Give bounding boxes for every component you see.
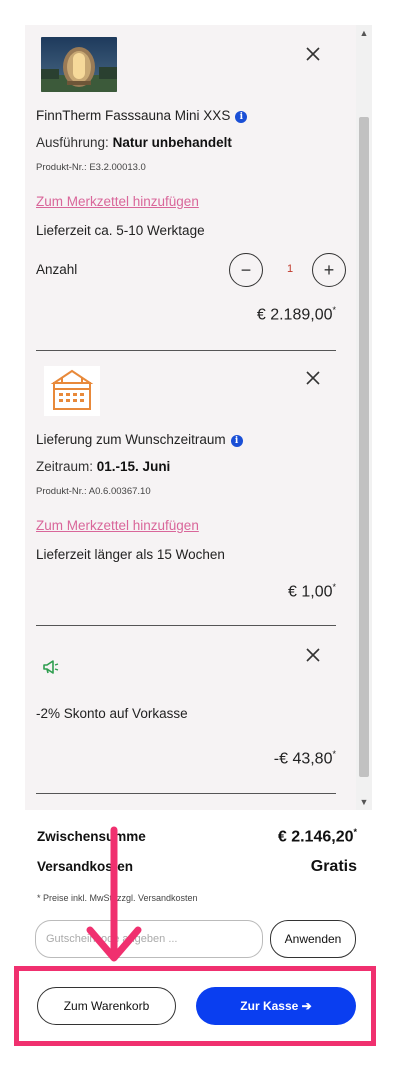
- info-icon[interactable]: i: [230, 435, 243, 447]
- item-price-discount: -€ 43,80*: [274, 749, 336, 768]
- quantity-label: Anzahl: [36, 262, 78, 277]
- quantity-value[interactable]: 1: [280, 263, 300, 275]
- scroll-up-arrow-icon[interactable]: ▲: [356, 25, 372, 41]
- close-icon: [306, 47, 320, 61]
- item-sku-sauna: Produkt-Nr.: E3.2.00013.0: [36, 162, 146, 173]
- remove-item-discount-button[interactable]: [301, 643, 325, 667]
- item-price-sauna: € 2.189,00*: [257, 305, 336, 324]
- apply-voucher-button[interactable]: Anwenden: [270, 920, 356, 958]
- vat-note: * Preise inkl. MwSt. zzgl. Versandkosten: [37, 893, 198, 903]
- scrollbar[interactable]: ▲ ▼: [356, 25, 372, 810]
- subtotal-value: € 2.146,20*: [278, 827, 357, 846]
- scroll-down-arrow-icon[interactable]: ▼: [356, 794, 372, 810]
- item-divider: [36, 350, 336, 351]
- shipping-value: Gratis: [310, 858, 357, 875]
- calendar-icon[interactable]: [40, 363, 104, 419]
- delivery-time-delivery-window: Lieferzeit länger als 15 Wochen: [36, 547, 225, 562]
- item-divider: [36, 793, 336, 794]
- remove-item-delivery-window-button[interactable]: [301, 366, 325, 390]
- close-icon: [306, 648, 320, 662]
- item-title-text: FinnTherm Fasssauna Mini XXS: [36, 108, 231, 123]
- add-to-wishlist-link-sauna[interactable]: Zum Merkzettel hinzufügen: [36, 194, 199, 209]
- item-title-delivery-window[interactable]: Lieferung zum Wunschzeitraum i: [36, 432, 243, 447]
- cart-scroll-area[interactable]: FinnTherm Fasssauna Mini XXS i Ausführung…: [25, 25, 356, 810]
- item-divider: [36, 625, 336, 626]
- cart-item-delivery-window: Lieferung zum Wunschzeitraum i Zeitraum: …: [36, 363, 336, 613]
- plus-icon: +: [323, 259, 335, 280]
- product-image-sauna[interactable]: [41, 37, 117, 92]
- price-value: € 1,00: [288, 583, 333, 601]
- megaphone-icon: [41, 659, 61, 675]
- variant-value: Natur unbehandelt: [112, 135, 232, 150]
- close-icon: [306, 371, 320, 385]
- cart-item-sauna: FinnTherm Fasssauna Mini XXS i Ausführung…: [36, 37, 346, 347]
- item-price-delivery-window: € 1,00*: [288, 582, 336, 601]
- scrollbar-thumb[interactable]: [359, 117, 369, 777]
- cart-item-discount: -2% Skonto auf Vorkasse -€ 43,80*: [36, 639, 336, 789]
- remove-item-sauna-button[interactable]: [301, 42, 325, 66]
- price-footnote-mark: *: [332, 749, 336, 759]
- price-value: -€ 43,80: [273, 750, 333, 768]
- item-variant-delivery-window: Zeitraum: 01.-15. Juni: [36, 459, 170, 474]
- add-to-wishlist-link-delivery-window[interactable]: Zum Merkzettel hinzufügen: [36, 518, 199, 533]
- item-title-sauna[interactable]: FinnTherm Fasssauna Mini XXS i: [36, 108, 248, 123]
- info-icon[interactable]: i: [235, 111, 248, 123]
- price-value: € 2.189,00: [256, 306, 333, 324]
- checkout-button[interactable]: Zur Kasse ➔: [196, 987, 356, 1025]
- variant-label: Ausführung:: [36, 135, 109, 150]
- variant-value: 01.-15. Juni: [96, 459, 171, 474]
- cart-summary: Zwischensumme € 2.146,20* Versandkosten …: [37, 826, 357, 886]
- subtotal-footnote-mark: *: [353, 827, 357, 837]
- subtotal-label: Zwischensumme: [37, 829, 146, 844]
- quantity-decrease-button[interactable]: −: [229, 253, 263, 287]
- delivery-time-sauna: Lieferzeit ca. 5-10 Werktage: [36, 223, 205, 238]
- minus-icon: −: [240, 259, 252, 280]
- price-footnote-mark: *: [332, 582, 336, 592]
- item-title-text: Lieferung zum Wunschzeitraum: [36, 432, 226, 447]
- item-title-discount: -2% Skonto auf Vorkasse: [36, 706, 188, 721]
- variant-label: Zeitraum:: [36, 459, 94, 474]
- go-to-cart-button[interactable]: Zum Warenkorb: [37, 987, 176, 1025]
- voucher-code-input[interactable]: [35, 920, 263, 958]
- item-variant-sauna: Ausführung: Natur unbehandelt: [36, 135, 232, 150]
- item-sku-delivery-window: Produkt-Nr.: A0.6.00367.10: [36, 486, 151, 497]
- quantity-increase-button[interactable]: +: [312, 253, 346, 287]
- shipping-label: Versandkosten: [37, 859, 134, 874]
- cart-item-list: FinnTherm Fasssauna Mini XXS i Ausführung…: [25, 25, 372, 810]
- price-footnote-mark: *: [332, 305, 336, 315]
- subtotal-amount: € 2.146,20: [277, 828, 354, 846]
